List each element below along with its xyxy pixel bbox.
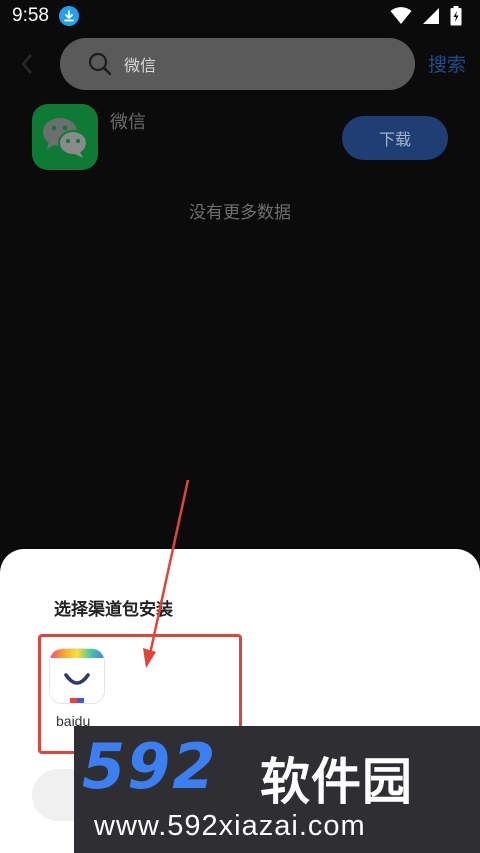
status-left: 9:58 [0, 5, 79, 27]
no-more-data-text: 没有更多数据 [189, 203, 291, 223]
wifi-icon [390, 7, 412, 24]
signal-icon [423, 8, 439, 24]
app-name: 微信 [110, 112, 146, 133]
wechat-icon[interactable] [32, 104, 98, 170]
app-screen: 9:58 微信 搜索 微信 下载 没有更多数据 选择渠道包安装 baidu 59… [0, 0, 480, 853]
download-notification-icon [58, 6, 79, 26]
top-bar: 微信 搜索 [0, 32, 480, 96]
watermark: 592 软件园 www.592xiazai.com [74, 726, 480, 853]
status-bar: 9:58 [0, 0, 480, 32]
download-button[interactable]: 下载 [342, 116, 448, 160]
search-button[interactable]: 搜索 [428, 50, 466, 77]
watermark-brand: 软件园 [260, 753, 413, 811]
sheet-title: 选择渠道包安装 [54, 600, 173, 620]
search-result-item[interactable]: 微信 下载 [0, 102, 480, 174]
watermark-logo-number: 592 [82, 730, 218, 803]
battery-charging-icon [450, 6, 462, 26]
status-right [390, 6, 480, 26]
search-query[interactable]: 微信 [124, 52, 156, 76]
status-time: 9:58 [12, 5, 49, 26]
search-input[interactable]: 微信 [60, 38, 415, 90]
watermark-url: www.592xiazai.com [94, 810, 366, 842]
back-arrow-icon[interactable] [18, 52, 36, 76]
search-icon [88, 52, 112, 76]
